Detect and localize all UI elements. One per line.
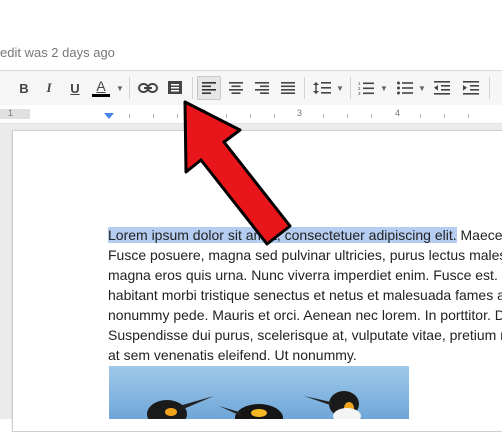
ruler-number: 2: [201, 108, 207, 118]
align-left-button[interactable]: [197, 76, 221, 100]
paragraph-line: nonummy pede. Mauris et orci. Aenean nec…: [108, 307, 502, 323]
toolbar-divider: [489, 77, 490, 99]
bold-button[interactable]: B: [15, 76, 33, 100]
line-continuation: Maecenas: [460, 227, 502, 243]
ruler-number: 3: [297, 108, 303, 118]
align-right-button[interactable]: [251, 76, 273, 100]
insert-link-button[interactable]: [137, 76, 159, 100]
top-strip: [0, 0, 502, 38]
ruler-tick: [468, 114, 469, 118]
line-spacing-icon: [313, 82, 331, 94]
ruler-tick: [153, 114, 154, 118]
italic-label: I: [46, 80, 52, 95]
penguin-image[interactable]: [109, 366, 409, 419]
italic-button[interactable]: I: [40, 76, 58, 100]
underline-label: U: [70, 80, 80, 96]
document-body[interactable]: Lorem ipsum dolor sit amet, consectetuer…: [108, 225, 502, 365]
numbered-list-button[interactable]: 1 2 3: [356, 76, 376, 100]
chevron-down-icon[interactable]: ▼: [336, 84, 344, 93]
ruler-margin: [0, 109, 30, 119]
ruler-tick: [347, 114, 348, 118]
link-icon: [138, 83, 158, 93]
align-center-icon: [229, 82, 243, 94]
underline-button[interactable]: U: [66, 76, 84, 100]
toolbar-divider: [192, 77, 193, 99]
paragraph-line: Lorem ipsum dolor sit amet, consectetuer…: [108, 225, 502, 245]
ruler-number: 4: [395, 108, 401, 118]
chevron-down-icon[interactable]: ▼: [116, 84, 124, 93]
last-edit-status[interactable]: edit was 2 days ago: [0, 45, 115, 60]
toolbar-divider: [304, 77, 305, 99]
ruler-tick: [371, 114, 372, 118]
line-spacing-button[interactable]: [311, 76, 333, 100]
bold-label: B: [19, 80, 29, 96]
paragraph-line: magna eros quis urna. Nunc viverra imper…: [108, 267, 502, 283]
increase-indent-button[interactable]: [460, 76, 482, 100]
chevron-down-icon[interactable]: ▼: [380, 84, 388, 93]
paragraph-line: at sem venenatis eleifend. Ut nonummy.: [108, 347, 357, 363]
align-justify-icon: [281, 82, 295, 94]
justify-button[interactable]: [277, 76, 299, 100]
increase-indent-icon: [463, 81, 479, 95]
text-color-button[interactable]: A: [90, 76, 112, 100]
ruler-tick: [226, 114, 227, 118]
horizontal-ruler[interactable]: 1 2 3 4: [0, 105, 502, 124]
insert-comment-button[interactable]: [164, 76, 186, 100]
ruler-tick: [250, 114, 251, 118]
ruler-number: 1: [8, 108, 14, 118]
paragraph-line: habitant morbi tristique senectus et net…: [108, 287, 502, 303]
align-right-icon: [255, 82, 269, 94]
decrease-indent-button[interactable]: [431, 76, 453, 100]
svg-text:3: 3: [358, 91, 361, 95]
bulleted-list-icon: [397, 81, 413, 95]
ruler-tick: [177, 114, 178, 118]
indent-marker[interactable]: [104, 113, 114, 119]
comment-icon: [168, 81, 182, 94]
text-color-bar: [92, 94, 110, 97]
ruler-tick: [323, 114, 324, 118]
decrease-indent-icon: [434, 81, 450, 95]
paragraph-line: Suspendisse dui purus, scelerisque at, v…: [108, 327, 502, 343]
chevron-down-icon[interactable]: ▼: [418, 84, 426, 93]
align-left-icon: [202, 82, 216, 94]
ruler-tick: [444, 114, 445, 118]
bulleted-list-button[interactable]: [395, 76, 415, 100]
selected-text[interactable]: Lorem ipsum dolor sit amet, consectetuer…: [108, 227, 457, 243]
align-center-button[interactable]: [225, 76, 247, 100]
paragraph-line: Fusce posuere, magna sed pulvinar ultric…: [108, 247, 502, 263]
ruler-tick: [129, 114, 130, 118]
toolbar-divider: [350, 77, 351, 99]
formatting-toolbar: B I U A ▼ ▼ 1 2 3 ▼ ▼: [0, 70, 502, 106]
ruler-tick: [274, 114, 275, 118]
ruler-tick: [420, 114, 421, 118]
text-color-label: A: [96, 78, 106, 94]
toolbar-divider: [129, 77, 130, 99]
numbered-list-icon: 1 2 3: [358, 81, 374, 95]
